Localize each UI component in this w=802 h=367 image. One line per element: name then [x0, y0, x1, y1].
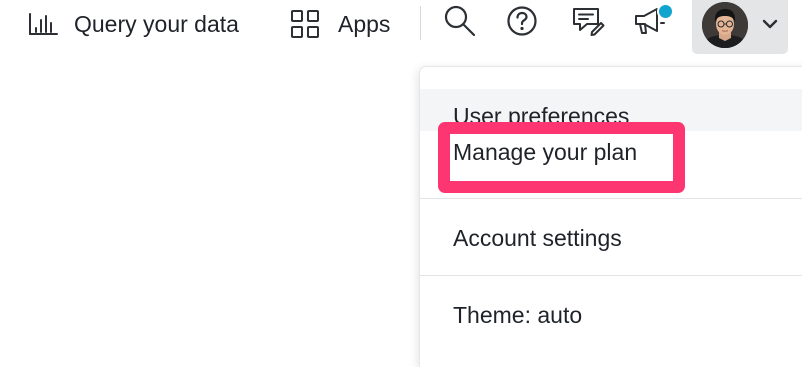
help-circle-icon: [506, 5, 538, 42]
menu-item-label: Manage your plan: [453, 138, 638, 165]
menu-item-label: Theme: auto: [453, 301, 583, 328]
query-your-data-label: Query your data: [74, 10, 239, 37]
feedback-button[interactable]: [568, 5, 608, 41]
user-menu-button[interactable]: [692, 0, 788, 54]
notification-dot: [657, 3, 674, 20]
menu-item-label: Account settings: [453, 224, 622, 251]
grid-icon: [290, 9, 320, 39]
help-button[interactable]: [502, 5, 542, 41]
query-your-data-link[interactable]: Query your data: [28, 0, 239, 48]
apps-link[interactable]: Apps: [290, 0, 390, 48]
toolbar-divider: [420, 6, 421, 40]
search-button[interactable]: [440, 5, 480, 41]
feedback-icon: [571, 5, 605, 42]
apps-label: Apps: [338, 10, 391, 37]
search-icon: [443, 4, 477, 43]
menu-item-user-preferences[interactable]: User preferences: [420, 89, 802, 131]
avatar: [702, 2, 748, 48]
top-navigation-bar: Query your data Apps: [0, 0, 802, 54]
user-menu-dropdown: User preferences Manage your plan Accoun…: [420, 67, 802, 367]
menu-item-account-settings[interactable]: Account settings: [420, 198, 802, 276]
menu-item-label: User preferences: [453, 102, 630, 129]
chevron-down-icon: [762, 17, 778, 35]
menu-item-manage-plan[interactable]: Manage your plan: [420, 131, 802, 181]
bar-chart-icon: [28, 12, 58, 36]
menu-item-theme[interactable]: Theme: auto: [420, 277, 802, 355]
